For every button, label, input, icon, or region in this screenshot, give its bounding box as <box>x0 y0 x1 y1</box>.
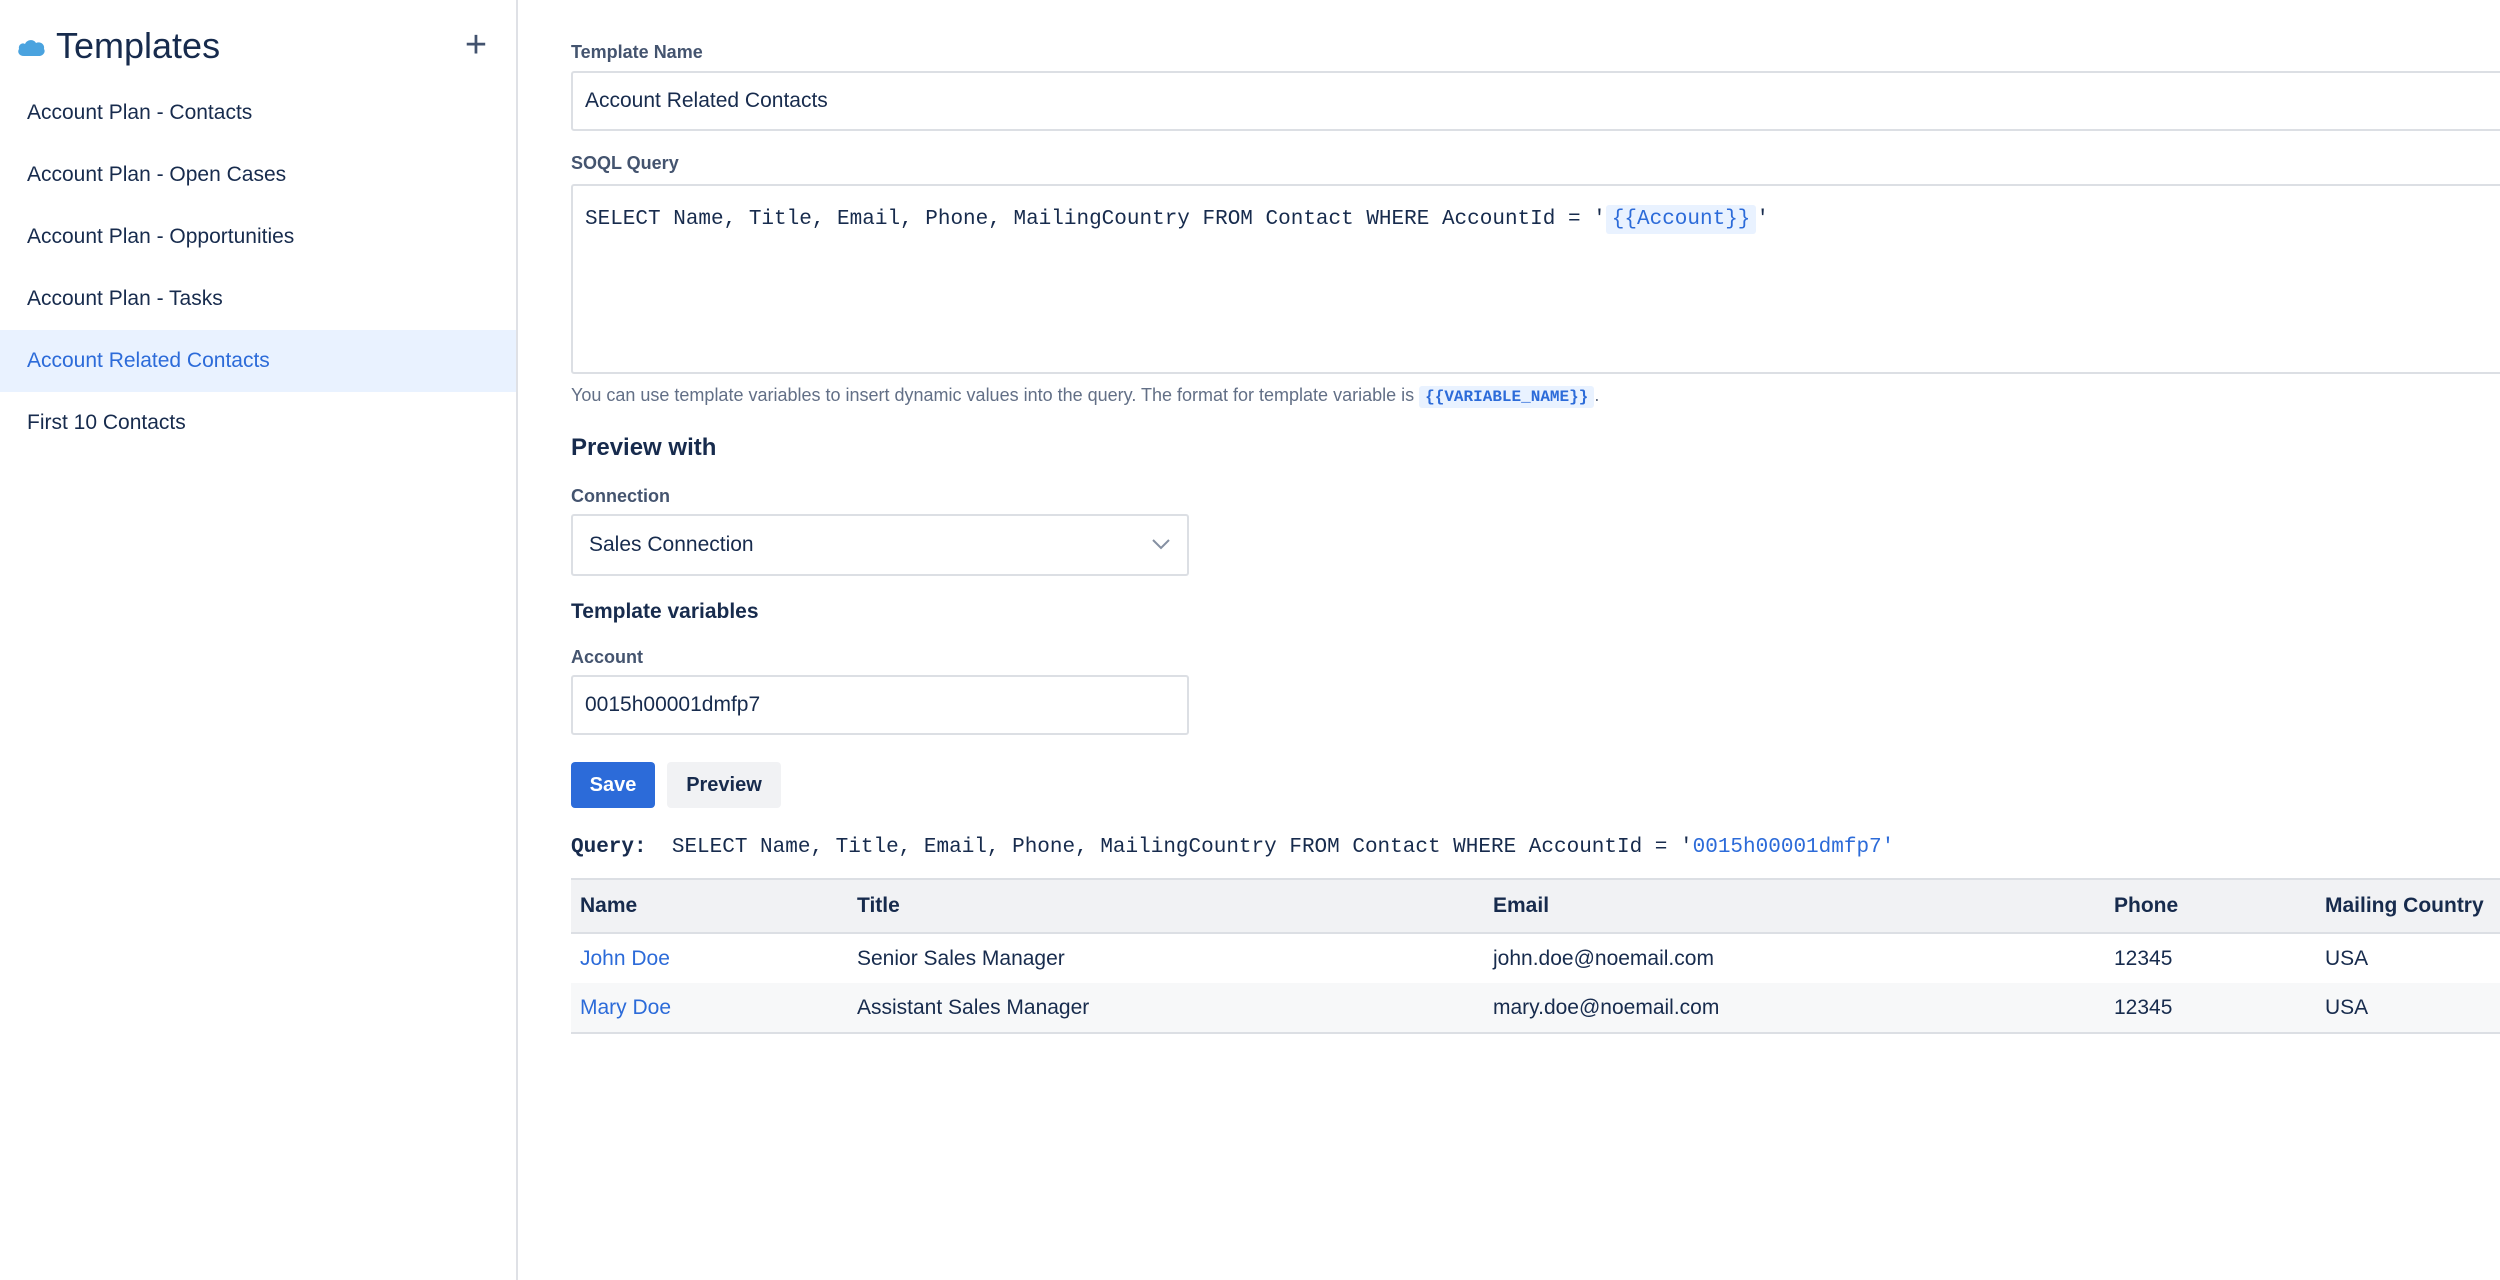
cell-name: John Doe <box>571 933 848 983</box>
column-header-name: Name <box>580 894 638 917</box>
cell-title: Assistant Sales Manager <box>857 995 1090 1019</box>
template-name-input[interactable]: Account Related Contacts <box>571 71 2500 131</box>
table-body: John Doe Senior Sales Manager john.doe@n… <box>571 933 2500 1033</box>
resolved-query: Query: SELECT Name, Title, Email, Phone,… <box>571 836 1894 859</box>
main-panel: Template Name Account Related Contacts S… <box>571 0 2500 1280</box>
preview-button[interactable]: Preview <box>667 762 781 808</box>
sidebar: Templates + Account Plan - Contacts Acco… <box>0 0 518 1280</box>
soql-query-prefix: SELECT Name, Title, Email, Phone, Mailin… <box>585 208 1606 231</box>
cell-email: mary.doe@noemail.com <box>1493 995 1720 1019</box>
cell-title: Senior Sales Manager <box>857 946 1065 970</box>
soql-query-suffix: ' <box>1756 208 1770 231</box>
save-button[interactable]: Save <box>571 762 655 808</box>
sidebar-item-account-plan-tasks[interactable]: Account Plan - Tasks <box>0 268 516 330</box>
connection-select[interactable]: Sales Connection <box>571 514 1189 576</box>
column-header-phone: Phone <box>2114 894 2179 917</box>
column-header-mailing-country: Mailing Country <box>2325 894 2484 917</box>
help-text: You can use template variables to insert… <box>571 385 1600 408</box>
template-list: Account Plan - Contacts Account Plan - O… <box>0 82 516 454</box>
soql-query-label: SOQL Query <box>571 153 679 173</box>
cell-mailing-country: USA <box>2325 946 2369 970</box>
contact-link[interactable]: John Doe <box>580 947 670 970</box>
soql-query-editor[interactable]: SELECT Name, Title, Email, Phone, Mailin… <box>571 184 2500 374</box>
sidebar-item-account-plan-opportunities[interactable]: Account Plan - Opportunities <box>0 206 516 268</box>
template-variables-heading: Template variables <box>571 600 759 623</box>
table-row: John Doe Senior Sales Manager john.doe@n… <box>571 933 2500 983</box>
soql-variable-chip: {{Account}} <box>1605 205 1757 234</box>
cell-phone: 12345 <box>2114 946 2173 970</box>
template-name-label: Template Name <box>571 42 703 62</box>
table-header: Name Title Email Phone Mailing Country <box>571 879 2500 933</box>
account-input[interactable]: 0015h00001dmfp7 <box>571 675 1189 735</box>
plus-icon: + <box>464 24 488 66</box>
cloud-logo-icon <box>18 40 45 56</box>
query-prefix: SELECT Name, Title, Email, Phone, Mailin… <box>671 836 1693 859</box>
sidebar-title: Templates <box>56 25 221 66</box>
add-template-button[interactable]: + <box>458 22 494 68</box>
sidebar-item-account-related-contacts[interactable]: Account Related Contacts <box>0 330 516 392</box>
cell-mailing-country: USA <box>2325 995 2369 1019</box>
help-text-body: You can use template variables to insert… <box>571 385 1420 405</box>
cell-name: Mary Doe <box>571 983 848 1033</box>
help-text-end: . <box>1594 385 1600 405</box>
sidebar-header: Templates + <box>0 0 516 92</box>
column-header-title: Title <box>857 894 900 917</box>
connection-select-value: Sales Connection <box>589 533 754 556</box>
sidebar-item-first-10-contacts[interactable]: First 10 Contacts <box>0 392 516 454</box>
results-table: Name Title Email Phone Mailing Country J… <box>571 878 2500 1034</box>
app-root: Templates + Account Plan - Contacts Acco… <box>0 0 2500 1280</box>
soql-query-text: SELECT Name, Title, Email, Phone, Mailin… <box>585 204 1769 236</box>
column-header-email: Email <box>1493 894 1550 917</box>
account-label: Account <box>571 647 643 667</box>
sidebar-item-account-plan-open-cases[interactable]: Account Plan - Open Cases <box>0 144 516 206</box>
table-header-row: Name Title Email Phone Mailing Country <box>571 879 2500 933</box>
contact-link[interactable]: Mary Doe <box>580 996 671 1019</box>
connection-label: Connection <box>571 486 670 506</box>
help-code: {{VARIABLE_NAME}} <box>1419 386 1595 408</box>
cell-phone: 12345 <box>2114 995 2173 1019</box>
table-row: Mary Doe Assistant Sales Manager mary.do… <box>571 983 2500 1033</box>
preview-heading: Preview with <box>571 434 717 461</box>
query-label: Query: <box>571 836 647 859</box>
sidebar-item-account-plan-contacts[interactable]: Account Plan - Contacts <box>0 82 516 144</box>
cell-email: john.doe@noemail.com <box>1493 946 1714 970</box>
query-value: 0015h00001dmfp7 <box>1692 836 1882 859</box>
chevron-down-icon <box>1152 539 1170 550</box>
query-suffix: ' <box>1881 836 1895 859</box>
